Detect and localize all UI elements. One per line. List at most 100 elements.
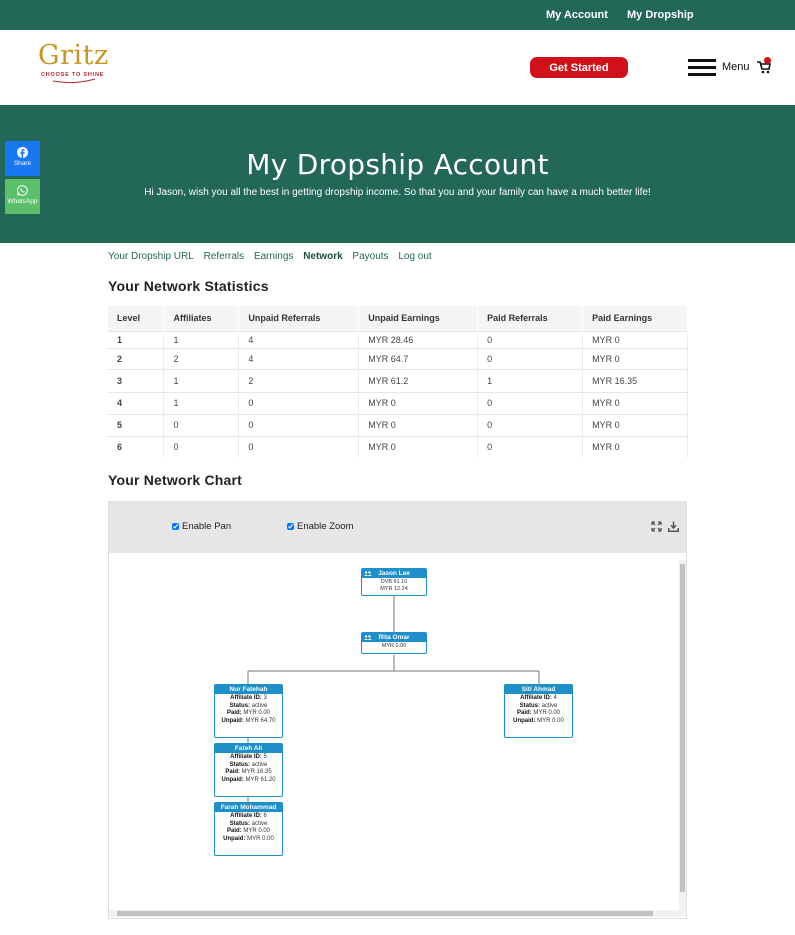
node-name: Fateh Ali <box>234 745 263 752</box>
menu-label[interactable]: Menu <box>722 61 750 73</box>
unpaid-value: MYR 61.20 <box>245 776 276 783</box>
status-value: active <box>251 761 268 768</box>
paid-value: MYR 0.00 <box>533 710 561 716</box>
node-body: MYR 0.00 <box>362 642 426 651</box>
table-cell: 1 <box>163 330 240 348</box>
my-dropship-link[interactable]: My Dropship <box>627 9 694 21</box>
status-label: Status: <box>229 761 250 768</box>
paid-label: Paid: <box>225 769 240 775</box>
table-cell: MYR 0 <box>358 413 479 436</box>
logo-swoosh-icon <box>52 78 96 84</box>
network-chart-panel: Enable Pan Enable Zoom Jason Lee DVB 91.… <box>108 501 687 919</box>
node-siti-ahmad[interactable]: Siti Ahmad Affiliate ID: 4 Status: activ… <box>504 684 573 738</box>
table-cell: MYR 0 <box>582 391 688 414</box>
table-cell: 1 <box>163 368 240 392</box>
unpaid-value: MYR 64.70 <box>245 717 276 724</box>
table-cell: 0 <box>163 435 240 458</box>
paid-label: Paid: <box>516 710 532 716</box>
table-cell: 0 <box>477 435 584 458</box>
whatsapp-icon <box>17 185 28 196</box>
table-cell: MYR 0 <box>582 330 688 348</box>
node-nur-fatehah[interactable]: Nur Fatehah Affiliate ID: 3 Status: acti… <box>214 684 283 738</box>
table-cell: 6 <box>108 435 165 458</box>
table-cell: 3 <box>108 368 165 392</box>
paid-value: MYR 0.00 <box>243 828 271 834</box>
chart-vertical-scrollbar[interactable] <box>679 560 686 916</box>
node-body: Affiliate ID: 4 Status: active Paid: MYR… <box>505 694 572 725</box>
table-cell: 0 <box>238 435 360 458</box>
node-value: MYR 0.00 <box>381 643 407 649</box>
table-cell: 4 <box>238 347 360 369</box>
node-body: Affiliate ID: 3 Status: active Paid: MYR… <box>215 694 282 725</box>
table-cell: 2 <box>238 368 360 392</box>
tab-log-out[interactable]: Log out <box>398 251 431 262</box>
table-row: 6 0 0 MYR 0 0 MYR 0 <box>108 435 688 458</box>
node-body: DVB 91.10 MYR 12.24 <box>362 578 426 592</box>
facebook-icon <box>17 147 28 158</box>
table-cell: MYR 0 <box>582 347 688 369</box>
tab-network[interactable]: Network <box>303 251 342 262</box>
table-cell: MYR 64.7 <box>358 347 479 369</box>
status-value: active <box>541 702 558 709</box>
unpaid-label: Unpaid: <box>221 717 244 724</box>
node-jason-lee[interactable]: Jason Lee DVB 91.10 MYR 12.24 <box>361 568 427 596</box>
site-header: Gritz CHOOSE TO SHINE Get Started Menu <box>0 30 795 105</box>
table-row: 2 2 4 MYR 64.7 0 MYR 0 <box>108 347 688 369</box>
tab-earnings[interactable]: Earnings <box>254 251 293 262</box>
status-value: active <box>251 702 268 709</box>
table-cell: 4 <box>108 391 165 414</box>
node-fateh-ali[interactable]: Fateh Ali Affiliate ID: 5 Status: active… <box>214 743 283 797</box>
table-cell: MYR 16.35 <box>582 368 688 392</box>
get-started-button[interactable]: Get Started <box>530 57 628 78</box>
whatsapp-label: WhatsApp <box>7 198 38 205</box>
chart-horizontal-scrollbar[interactable] <box>109 910 679 917</box>
tab-payouts[interactable]: Payouts <box>352 251 388 262</box>
node-farah-mohammad[interactable]: Farah Mohammad Affiliate ID: 6 Status: a… <box>214 802 283 856</box>
affiliate-id-value: 5 <box>263 754 267 760</box>
node-rita-omar[interactable]: Rita Omar MYR 0.00 <box>361 632 427 654</box>
table-row: 1 1 4 MYR 28.46 0 MYR 0 <box>108 330 688 348</box>
paid-label: Paid: <box>226 710 242 716</box>
affiliate-id-value: 6 <box>263 813 267 819</box>
network-statistics-heading: Your Network Statistics <box>108 278 269 294</box>
node-header: Siti Ahmad <box>505 685 572 694</box>
affiliate-id-label: Affiliate ID: <box>230 754 262 760</box>
column-header: Affiliates <box>163 306 240 331</box>
brand-logo[interactable]: Gritz CHOOSE TO SHINE <box>38 40 118 90</box>
my-account-link[interactable]: My Account <box>546 9 608 21</box>
table-cell: MYR 0 <box>358 391 479 414</box>
top-bar: My Account My Dropship <box>0 0 795 30</box>
node-header: Rita Omar <box>362 633 426 642</box>
unpaid-label: Unpaid: <box>513 717 536 724</box>
column-header: Level <box>108 306 165 331</box>
affiliate-id-label: Affiliate ID: <box>230 813 262 819</box>
cart-count-badge <box>764 57 771 64</box>
affiliate-id-label: Affiliate ID: <box>520 695 552 701</box>
status-label: Status: <box>229 702 250 709</box>
table-cell: 0 <box>477 413 584 436</box>
table-cell: 0 <box>163 413 240 436</box>
node-header: Jason Lee <box>362 569 426 578</box>
horizontal-scroll-thumb[interactable] <box>117 911 653 916</box>
table-cell: 1 <box>108 330 165 348</box>
vertical-scroll-thumb[interactable] <box>680 564 685 892</box>
tab-dropship-url[interactable]: Your Dropship URL <box>108 251 194 262</box>
table-cell: MYR 61.2 <box>358 368 479 392</box>
affiliate-id-value: 3 <box>263 695 267 701</box>
page-subtitle: Hi Jason, wish you all the best in getti… <box>144 187 651 198</box>
status-label: Status: <box>519 702 540 709</box>
unpaid-label: Unpaid: <box>223 835 246 842</box>
hamburger-menu-icon[interactable] <box>688 59 716 77</box>
tab-referrals[interactable]: Referrals <box>204 251 245 262</box>
table-cell: MYR 0 <box>582 435 688 458</box>
whatsapp-share-button[interactable]: WhatsApp <box>5 179 40 214</box>
unpaid-label: Unpaid: <box>221 776 244 783</box>
table-cell: 5 <box>108 413 165 436</box>
node-value: MYR 12.24 <box>380 585 408 592</box>
paid-value: MYR 0.00 <box>243 710 271 716</box>
hero-banner: My Dropship Account Hi Jason, wish you a… <box>0 105 795 243</box>
paid-value: MYR 16.35 <box>241 769 272 775</box>
logo-wordmark: Gritz <box>38 40 109 71</box>
table-cell: 4 <box>238 330 360 348</box>
facebook-share-button[interactable]: Share <box>5 141 40 176</box>
